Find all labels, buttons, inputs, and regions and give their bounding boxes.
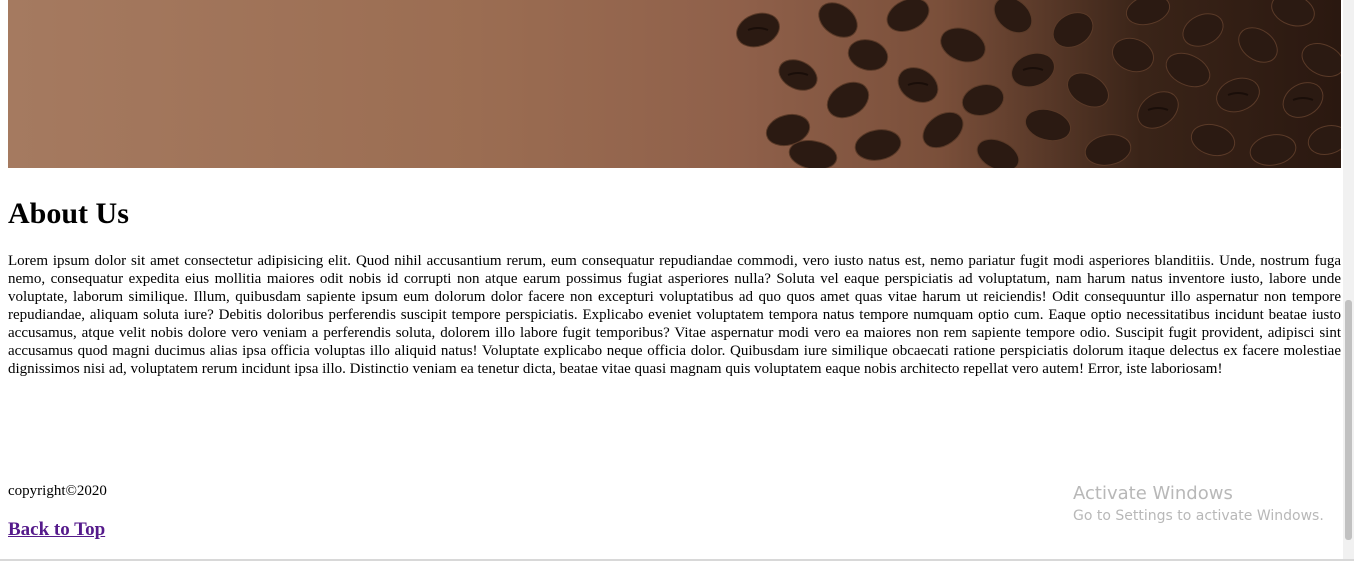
activate-windows-watermark: Activate Windows Go to Settings to activ…	[1073, 482, 1324, 526]
scrollbar-thumb[interactable]	[1345, 300, 1352, 540]
back-to-top-link[interactable]: Back to Top	[8, 519, 105, 541]
about-body-text: Lorem ipsum dolor sit amet consectetur a…	[8, 253, 1341, 377]
copyright-text: copyright©2020	[8, 483, 107, 499]
hero-banner	[8, 0, 1341, 168]
watermark-title: Activate Windows	[1073, 483, 1233, 504]
watermark-subtitle: Go to Settings to activate Windows.	[1073, 508, 1324, 524]
about-title: About Us	[8, 197, 129, 230]
coffee-beans-image	[736, 0, 1341, 168]
vertical-scrollbar[interactable]	[1343, 0, 1354, 561]
